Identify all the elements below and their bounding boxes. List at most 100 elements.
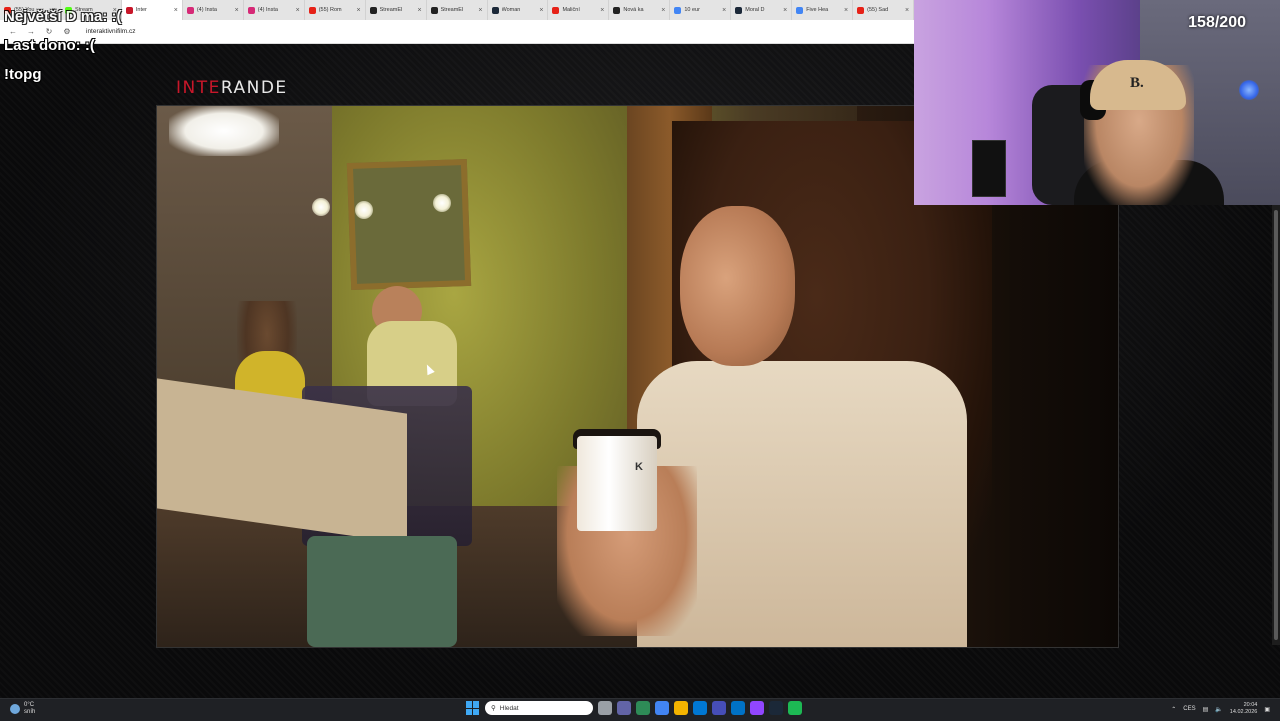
cam-lamp — [1239, 80, 1259, 100]
tab-favicon-icon — [613, 6, 621, 14]
network-icon[interactable]: ▤ — [1203, 706, 1209, 713]
close-tab-icon[interactable]: × — [478, 7, 482, 14]
taskbar-app-icon[interactable] — [750, 701, 764, 715]
scene-ceiling-lamp — [169, 106, 279, 156]
clock[interactable]: 20:04 14.02.2026 — [1230, 702, 1258, 716]
close-tab-icon[interactable]: × — [296, 7, 300, 14]
tab-favicon-icon — [491, 6, 499, 14]
reload-icon[interactable]: ↻ — [44, 27, 54, 36]
taskbar-app-icon[interactable] — [674, 701, 688, 715]
back-icon[interactable]: ← — [8, 27, 18, 36]
scene-mirror — [346, 158, 472, 291]
browser-tab[interactable]: (4) Insta × — [183, 0, 244, 20]
site-info-icon[interactable]: ⚙ — [62, 27, 72, 36]
tab-favicon-icon — [247, 6, 255, 14]
close-tab-icon[interactable]: × — [539, 7, 543, 14]
system-tray: ⌃ CES ▤ 🔈 20:04 14.02.2026 ▣ — [1171, 702, 1270, 716]
tab-label: Moral D — [745, 7, 765, 13]
taskbar-app-icon[interactable] — [655, 701, 669, 715]
browser-tab[interactable]: Nová ka × — [609, 0, 671, 20]
browser-tab[interactable]: 10 eur × — [670, 0, 732, 20]
overlay-command: !topg — [4, 66, 42, 83]
tab-favicon-icon — [308, 6, 316, 14]
taskbar-app-icon[interactable] — [769, 701, 783, 715]
close-tab-icon[interactable]: × — [783, 7, 787, 14]
scene-coffee-cup: K — [577, 436, 657, 531]
close-tab-icon[interactable]: × — [417, 7, 421, 14]
tab-label: Woman — [501, 7, 521, 13]
close-tab-icon[interactable]: × — [722, 7, 726, 14]
forward-icon[interactable]: → — [26, 27, 36, 36]
page-scrollbar[interactable] — [1272, 205, 1280, 645]
logo-part-red: INTE — [176, 78, 221, 98]
tab-label: Five Hea — [806, 7, 829, 13]
url-text[interactable]: interaktivnifilm.cz — [86, 28, 135, 35]
close-tab-icon[interactable]: × — [661, 7, 665, 14]
weather-widget[interactable]: 0°C sníh — [10, 702, 35, 716]
close-tab-icon[interactable]: × — [905, 7, 909, 14]
logo-part-white: RANDE — [220, 78, 288, 98]
site-logo[interactable]: INTERANDE — [176, 78, 288, 98]
browser-tab[interactable]: StreamEl × — [366, 0, 427, 20]
taskbar-app-icon[interactable] — [617, 701, 631, 715]
volume-icon[interactable]: 🔈 — [1215, 706, 1222, 713]
tab-favicon-icon — [674, 6, 682, 14]
tab-favicon-icon — [186, 6, 194, 14]
tab-label: (55) Sad — [867, 7, 889, 13]
weather-temp: 0°C — [24, 702, 35, 708]
tab-favicon-icon — [735, 6, 743, 14]
tab-favicon-icon — [552, 6, 560, 14]
browser-tab[interactable]: (55) Sad × — [853, 0, 915, 20]
close-tab-icon[interactable]: × — [844, 7, 848, 14]
tab-label: StreamEl — [440, 7, 464, 13]
browser-window: (55) You × Stream × Inter × (4) Insta × (4) Inst… — [0, 0, 915, 44]
close-tab-icon[interactable]: × — [357, 7, 361, 14]
taskbar-app-icon[interactable] — [636, 701, 650, 715]
close-tab-icon[interactable]: × — [600, 7, 604, 14]
tab-favicon-icon — [857, 6, 865, 14]
browser-tab[interactable]: (4) Insta × — [244, 0, 305, 20]
taskbar: 0°C sníh ⚲ Hledat ⌃ CES ▤ 🔈 20:04 14.02.… — [0, 698, 1280, 721]
scene-bulb — [355, 201, 373, 219]
notification-icon[interactable]: ▣ — [1264, 706, 1270, 713]
taskbar-app-icon[interactable] — [788, 701, 802, 715]
language-indicator[interactable]: CES — [1183, 706, 1195, 712]
search-placeholder: Hledat — [499, 704, 519, 712]
browser-tab[interactable]: (55) Rom × — [305, 0, 366, 20]
taskbar-app-icon[interactable] — [731, 701, 745, 715]
close-tab-icon[interactable]: × — [174, 7, 178, 14]
tab-label: (55) Rom — [318, 7, 342, 13]
browser-tab[interactable]: Five Hea × — [792, 0, 854, 20]
taskbar-search[interactable]: ⚲ Hledat — [485, 701, 593, 715]
browser-tab[interactable]: Maliční × — [548, 0, 610, 20]
tab-label: (4) Insta — [257, 7, 278, 13]
scene-bulb — [433, 194, 451, 212]
webcam-overlay: B. 158/200 — [914, 0, 1280, 205]
tab-favicon-icon — [430, 6, 438, 14]
taskbar-app-icon[interactable] — [598, 701, 612, 715]
tab-favicon-icon — [796, 6, 804, 14]
close-tab-icon[interactable]: × — [235, 7, 239, 14]
goal-counter: 158/200 — [1188, 14, 1246, 31]
browser-tab[interactable]: Woman × — [488, 0, 549, 20]
taskbar-app-icon[interactable] — [693, 701, 707, 715]
tab-label: Inter — [135, 7, 147, 13]
tab-favicon-icon — [369, 6, 377, 14]
tab-bar: (55) You × Stream × Inter × (4) Insta × (4) Inst… — [0, 0, 915, 20]
cap-letter: B. — [1130, 75, 1144, 91]
start-button[interactable] — [466, 701, 480, 715]
search-icon: ⚲ — [491, 705, 496, 712]
overlay-last-donation: Last dono: :( — [4, 37, 95, 54]
address-bar[interactable]: ← → ↻ ⚙ interaktivnifilm.cz — [0, 20, 914, 43]
overlay-top-donor: Největší D ma: :( — [4, 8, 122, 25]
chevron-up-icon[interactable]: ⌃ — [1171, 706, 1176, 713]
cam-pc-tower — [972, 140, 1006, 197]
tab-label: Maliční — [562, 7, 580, 13]
taskbar-center: ⚲ Hledat — [466, 701, 802, 715]
browser-tab[interactable]: Moral D × — [731, 0, 793, 20]
browser-tab[interactable]: Inter × — [121, 0, 183, 20]
browser-tab[interactable]: StreamEl × — [427, 0, 488, 20]
scrollbar-thumb[interactable] — [1274, 210, 1278, 640]
clock-date: 14.02.2026 — [1229, 709, 1258, 715]
taskbar-app-icon[interactable] — [712, 701, 726, 715]
